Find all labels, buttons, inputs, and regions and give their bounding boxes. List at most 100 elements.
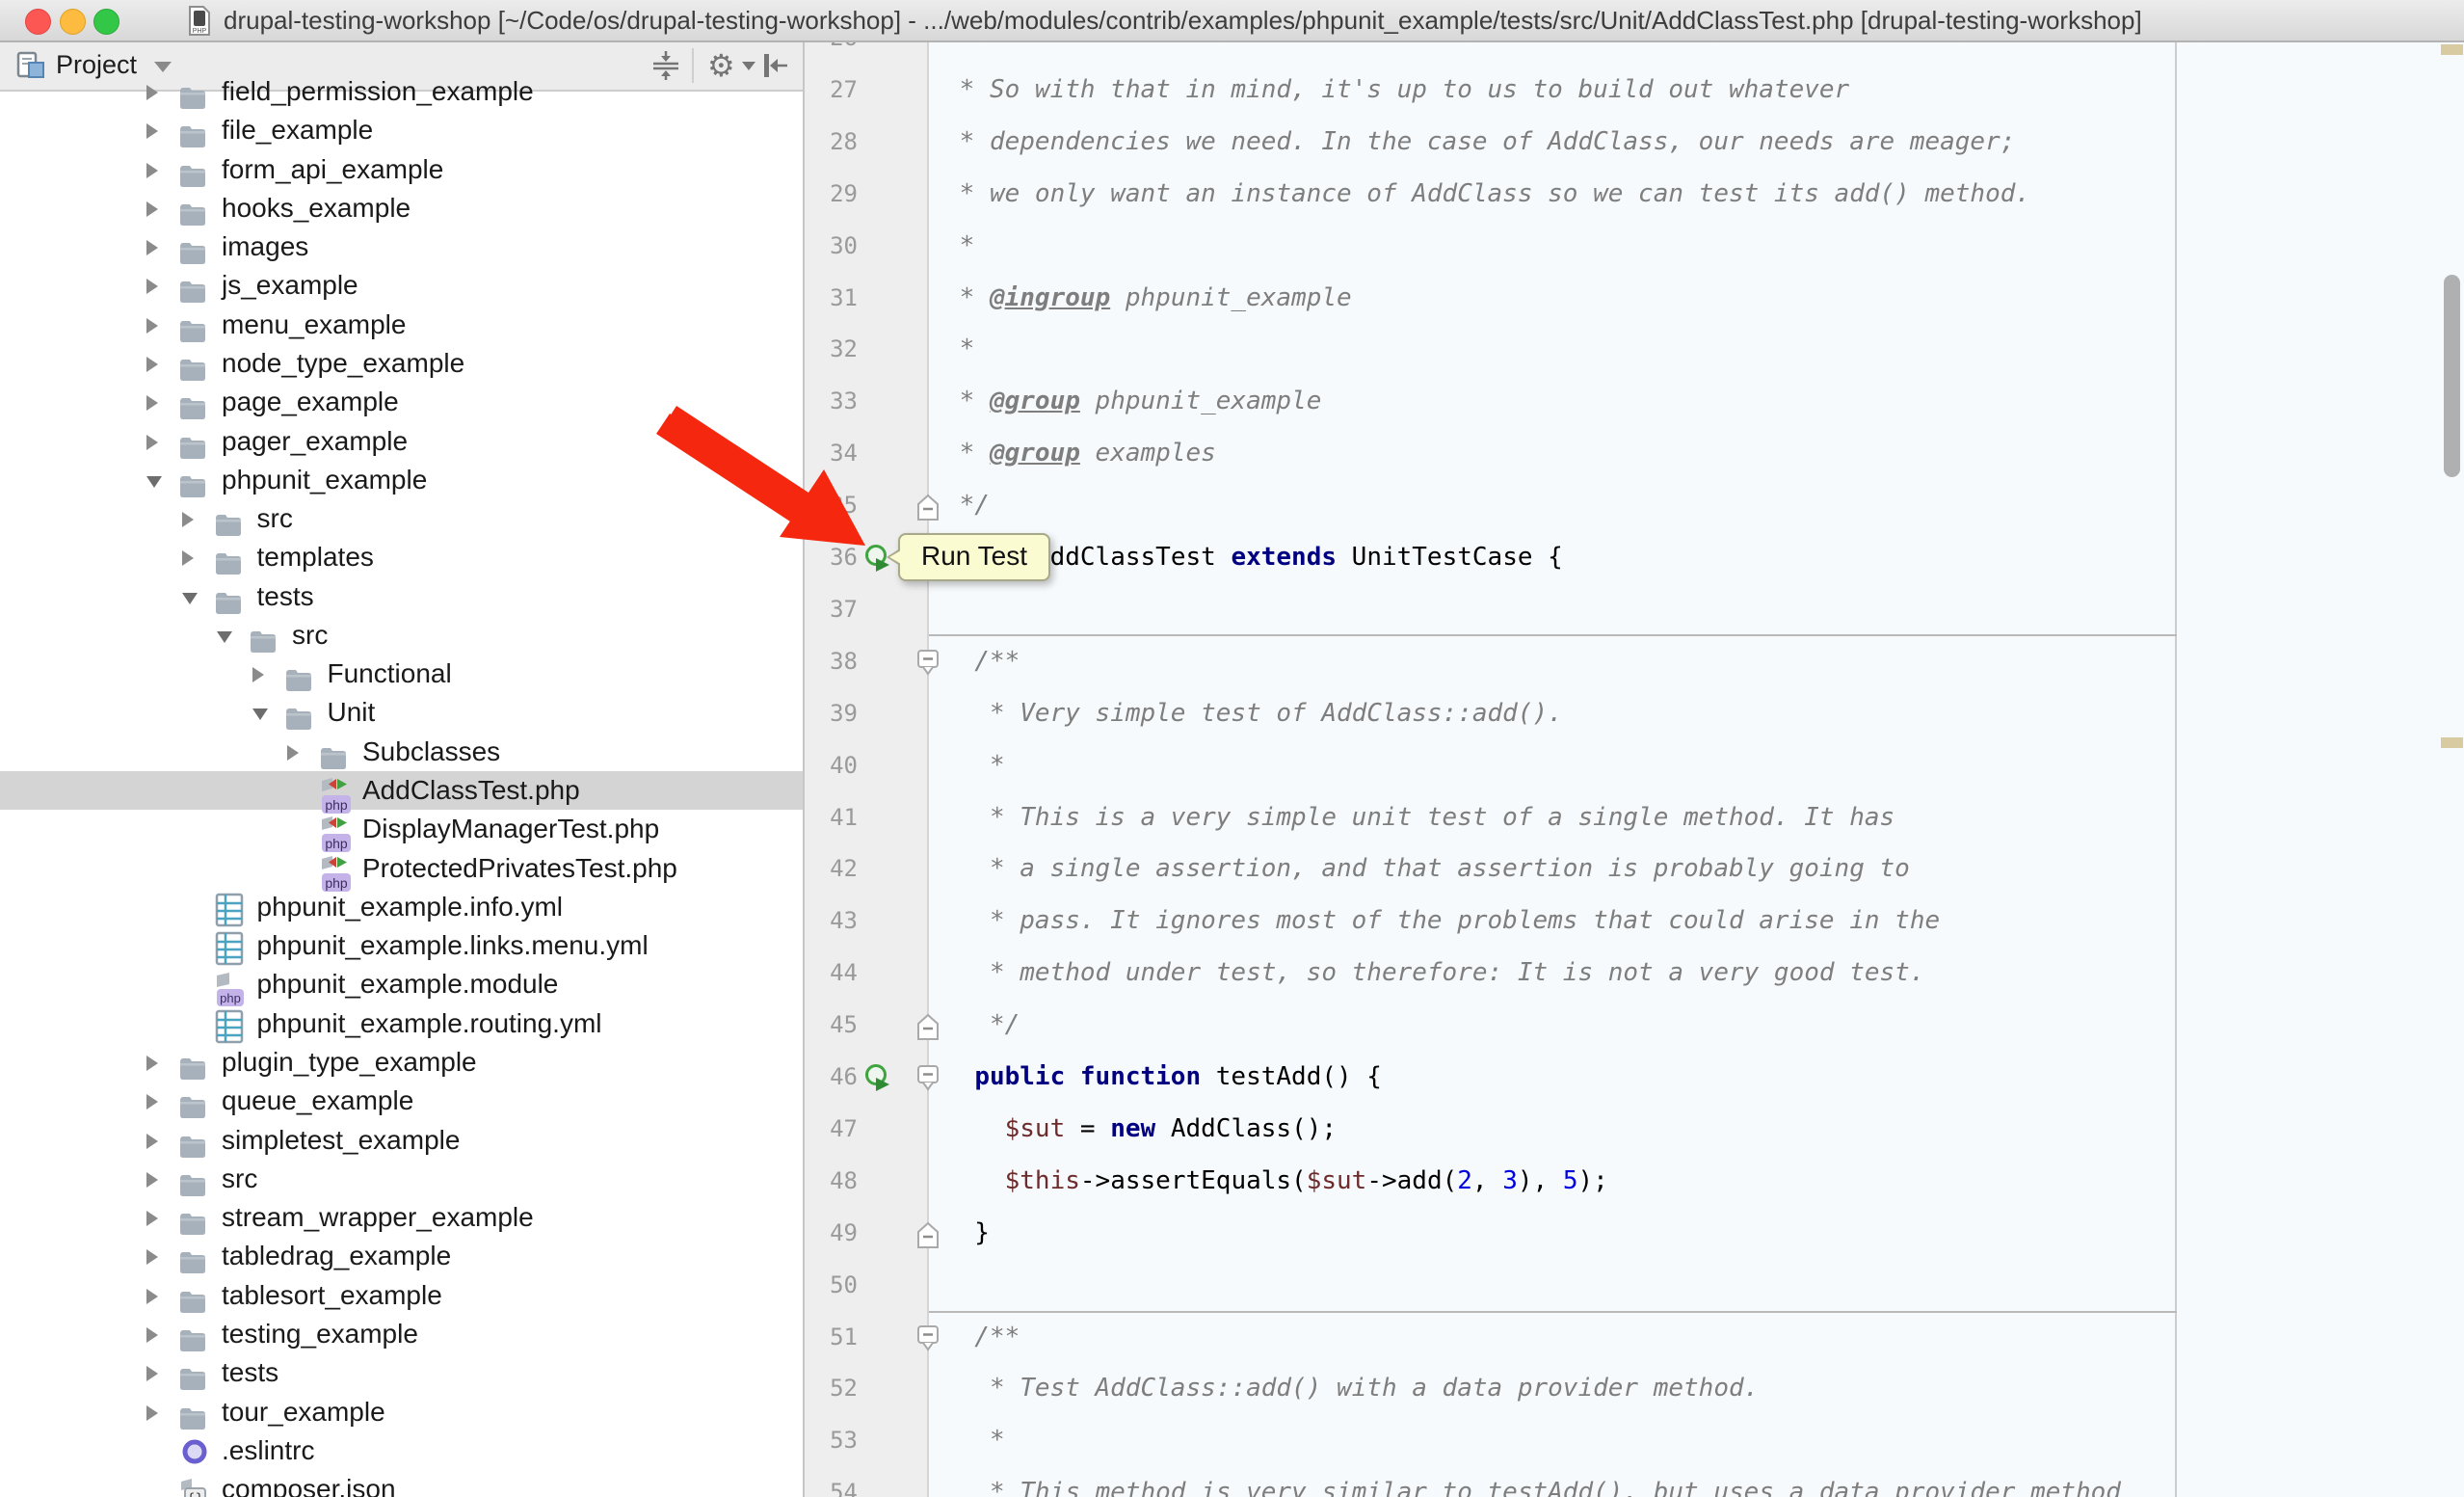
- tree-item-page-example[interactable]: page_example: [0, 383, 803, 421]
- tree-item-unit[interactable]: Unit: [0, 693, 803, 732]
- code-line-45[interactable]: 45 */: [803, 999, 2464, 1051]
- chevron-collapsed-icon[interactable]: [146, 85, 158, 100]
- fold-start-icon[interactable]: [915, 1063, 941, 1092]
- chevron-collapsed-icon[interactable]: [146, 1289, 158, 1304]
- code-line-27[interactable]: 27 * So with that in mind, it's up to us…: [803, 64, 2464, 116]
- tree-item-stream-wrapper-example[interactable]: stream_wrapper_example: [0, 1198, 803, 1237]
- code-line-36[interactable]: 36class AddClassTest extends UnitTestCas…: [803, 531, 2464, 583]
- tree-item-node-type-example[interactable]: node_type_example: [0, 344, 803, 383]
- tree-item-tour-example[interactable]: tour_example: [0, 1393, 803, 1431]
- code-line-28[interactable]: 28 * dependencies we need. In the case o…: [803, 116, 2464, 168]
- code-line-44[interactable]: 44 * method under test, so therefore: It…: [803, 947, 2464, 999]
- code-line-50[interactable]: 50: [803, 1259, 2464, 1311]
- tree-item-simpletest-example[interactable]: simpletest_example: [0, 1121, 803, 1160]
- tree-item-src[interactable]: src: [0, 1160, 803, 1198]
- chevron-collapsed-icon[interactable]: [182, 550, 194, 566]
- tree-item-protectedprivatestest-php[interactable]: phpProtectedPrivatesTest.php: [0, 849, 803, 888]
- code-line-52[interactable]: 52 * Test AddClass::add() with a data pr…: [803, 1362, 2464, 1414]
- code-line-32[interactable]: 32 *: [803, 323, 2464, 375]
- tree-item-src[interactable]: src: [0, 616, 803, 655]
- chevron-collapsed-icon[interactable]: [252, 667, 264, 682]
- chevron-collapsed-icon[interactable]: [146, 1056, 158, 1071]
- chevron-expanded-icon[interactable]: [146, 476, 162, 488]
- minimize-window-icon[interactable]: [60, 9, 86, 35]
- code-line-43[interactable]: 43 * pass. It ignores most of the proble…: [803, 895, 2464, 947]
- fold-start-icon[interactable]: [915, 1323, 941, 1352]
- chevron-expanded-icon[interactable]: [252, 708, 268, 720]
- tree-item-images[interactable]: images: [0, 227, 803, 266]
- code-line-54[interactable]: 54 * This method is very similar to test…: [803, 1466, 2464, 1497]
- chevron-collapsed-icon[interactable]: [146, 1211, 158, 1226]
- tree-item-file-example[interactable]: file_example: [0, 111, 803, 149]
- chevron-collapsed-icon[interactable]: [146, 1249, 158, 1265]
- tree-item-templates[interactable]: templates: [0, 538, 803, 576]
- chevron-expanded-icon[interactable]: [182, 593, 198, 604]
- chevron-collapsed-icon[interactable]: [146, 318, 158, 334]
- tree-item-field-permission-example[interactable]: field_permission_example: [0, 72, 803, 111]
- tree-item-subclasses[interactable]: Subclasses: [0, 733, 803, 771]
- chevron-collapsed-icon[interactable]: [146, 1172, 158, 1188]
- tree-item-form-api-example[interactable]: form_api_example: [0, 150, 803, 189]
- editor[interactable]: 2627 * So with that in mind, it's up to …: [803, 40, 2464, 1497]
- code-line-48[interactable]: 48 $this->assertEquals($sut->add(2, 3), …: [803, 1155, 2464, 1207]
- fold-end-icon[interactable]: [915, 1219, 941, 1248]
- code-line-46[interactable]: 46 public function testAdd() {: [803, 1051, 2464, 1103]
- title-bar[interactable]: PHP drupal-testing-workshop [~/Code/os/d…: [0, 0, 2464, 42]
- code-line-35[interactable]: 35 */: [803, 479, 2464, 531]
- tree-item-phpunit-example-links-menu-yml[interactable]: phpunit_example.links.menu.yml: [0, 926, 803, 965]
- tree-item-functional[interactable]: Functional: [0, 655, 803, 693]
- chevron-expanded-icon[interactable]: [217, 631, 232, 643]
- code-line-47[interactable]: 47 $sut = new AddClass();: [803, 1103, 2464, 1155]
- error-stripe-mark[interactable]: [2441, 44, 2463, 55]
- tree-item-phpunit-example-routing-yml[interactable]: phpunit_example.routing.yml: [0, 1004, 803, 1043]
- code-line-30[interactable]: 30 *: [803, 220, 2464, 272]
- tree-item-src[interactable]: src: [0, 499, 803, 538]
- chevron-collapsed-icon[interactable]: [146, 395, 158, 411]
- chevron-collapsed-icon[interactable]: [287, 745, 299, 761]
- tree-item-tablesort-example[interactable]: tablesort_example: [0, 1276, 803, 1315]
- scrollbar-thumb[interactable]: [2444, 275, 2460, 477]
- tree-item-composer-json[interactable]: {}composer.json: [0, 1470, 803, 1497]
- chevron-collapsed-icon[interactable]: [146, 1366, 158, 1381]
- chevron-down-icon[interactable]: [154, 62, 172, 72]
- chevron-collapsed-icon[interactable]: [146, 163, 158, 178]
- chevron-collapsed-icon[interactable]: [146, 201, 158, 217]
- chevron-collapsed-icon[interactable]: [146, 357, 158, 372]
- code-line-42[interactable]: 42 * a single assertion, and that assert…: [803, 842, 2464, 895]
- tree-item-plugin-type-example[interactable]: plugin_type_example: [0, 1043, 803, 1082]
- code-line-40[interactable]: 40 *: [803, 739, 2464, 791]
- code-line-37[interactable]: 37: [803, 583, 2464, 635]
- tree-item-tabledrag-example[interactable]: tabledrag_example: [0, 1237, 803, 1275]
- tree-item-tests[interactable]: tests: [0, 1353, 803, 1392]
- tree-item--eslintrc[interactable]: .eslintrc: [0, 1431, 803, 1470]
- code-line-38[interactable]: 38 /**: [803, 635, 2464, 687]
- tree-item-phpunit-example[interactable]: phpunit_example: [0, 461, 803, 499]
- run-test-icon[interactable]: [864, 1063, 891, 1092]
- tree-item-phpunit-example-module[interactable]: phpphpunit_example.module: [0, 965, 803, 1003]
- chevron-collapsed-icon[interactable]: [146, 279, 158, 294]
- code-line-31[interactable]: 31 * @ingroup phpunit_example: [803, 272, 2464, 324]
- code-line-34[interactable]: 34 * @group examples: [803, 427, 2464, 479]
- code-line-53[interactable]: 53 *: [803, 1414, 2464, 1466]
- chevron-collapsed-icon[interactable]: [182, 512, 194, 527]
- code-line-33[interactable]: 33 * @group phpunit_example: [803, 375, 2464, 427]
- tree-item-addclasstest-php[interactable]: phpAddClassTest.php: [0, 771, 803, 810]
- chevron-collapsed-icon[interactable]: [146, 123, 158, 139]
- tree-item-pager-example[interactable]: pager_example: [0, 422, 803, 461]
- tree-item-displaymanagertest-php[interactable]: phpDisplayManagerTest.php: [0, 810, 803, 848]
- code-line-49[interactable]: 49 }: [803, 1207, 2464, 1259]
- chevron-collapsed-icon[interactable]: [146, 1405, 158, 1421]
- tree-item-hooks-example[interactable]: hooks_example: [0, 189, 803, 227]
- zoom-window-icon[interactable]: [93, 9, 119, 35]
- code-line-41[interactable]: 41 * This is a very simple unit test of …: [803, 791, 2464, 843]
- fold-end-icon[interactable]: [915, 1011, 941, 1040]
- code-line-29[interactable]: 29 * we only want an instance of AddClas…: [803, 168, 2464, 220]
- chevron-collapsed-icon[interactable]: [146, 1327, 158, 1343]
- chevron-collapsed-icon[interactable]: [146, 1094, 158, 1109]
- code-line-51[interactable]: 51 /**: [803, 1311, 2464, 1363]
- tree-item-testing-example[interactable]: testing_example: [0, 1315, 803, 1353]
- code-line-39[interactable]: 39 * Very simple test of AddClass::add()…: [803, 687, 2464, 739]
- fold-end-icon[interactable]: [915, 492, 941, 521]
- chevron-collapsed-icon[interactable]: [146, 435, 158, 450]
- tree-item-menu-example[interactable]: menu_example: [0, 306, 803, 344]
